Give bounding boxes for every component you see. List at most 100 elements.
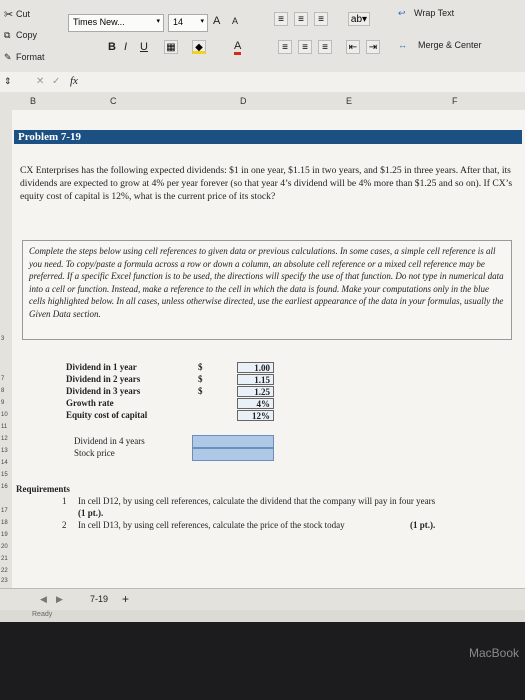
requirement-text: In cell D12, by using cell references, c… bbox=[78, 496, 436, 506]
italic-button[interactable]: I bbox=[124, 41, 127, 53]
row-header[interactable]: 21 bbox=[1, 556, 8, 562]
underline-button[interactable]: U bbox=[140, 41, 148, 53]
align-bottom-button[interactable]: ≡ bbox=[314, 12, 328, 26]
chevron-down-icon: ▾ bbox=[156, 18, 160, 25]
font-name-select[interactable]: Times New... ▾ bbox=[68, 14, 164, 32]
given-value-cell[interactable]: 1.00 bbox=[237, 362, 274, 373]
font-size-select[interactable]: 14 ▾ bbox=[168, 14, 208, 32]
scroll-right-icon[interactable]: ▶ bbox=[56, 594, 63, 605]
row-header[interactable]: 22 bbox=[1, 568, 8, 574]
requirement-number: 2 bbox=[62, 520, 67, 530]
wrap-text-icon: ↩ bbox=[398, 8, 406, 18]
function-icon[interactable]: fx bbox=[70, 75, 78, 87]
currency-symbol: $ bbox=[198, 386, 203, 396]
copy-button[interactable]: Copy bbox=[16, 30, 37, 40]
align-right-button[interactable]: ≡ bbox=[318, 40, 332, 54]
row-header[interactable]: 8 bbox=[1, 388, 4, 394]
enter-icon[interactable]: ✓ bbox=[52, 76, 60, 87]
fill-color-button[interactable]: ◆ bbox=[192, 40, 206, 54]
requirements-header: Requirements bbox=[16, 484, 70, 494]
align-center-button[interactable]: ≡ bbox=[298, 40, 312, 54]
currency-symbol: $ bbox=[198, 362, 203, 372]
cancel-icon[interactable]: ✕ bbox=[36, 76, 44, 87]
formula-input[interactable] bbox=[92, 76, 512, 88]
output-label: Dividend in 4 years bbox=[74, 436, 145, 446]
row-header[interactable]: 10 bbox=[1, 412, 8, 418]
decrease-indent-button[interactable]: ⇤ bbox=[346, 40, 360, 54]
font-size-value: 14 bbox=[173, 17, 184, 27]
laptop-bezel: MacBook bbox=[0, 622, 525, 700]
format-painter-icon[interactable]: ✎ bbox=[4, 52, 12, 63]
column-header-e[interactable]: E bbox=[346, 96, 352, 106]
requirement-points: (1 pt.). bbox=[78, 508, 104, 518]
row-header[interactable]: 16 bbox=[1, 484, 8, 490]
status-bar: Ready bbox=[0, 610, 525, 622]
row-header[interactable]: 9 bbox=[1, 400, 4, 406]
wrap-text-button[interactable]: Wrap Text bbox=[414, 8, 454, 18]
currency-symbol: $ bbox=[198, 374, 203, 384]
font-color-button[interactable]: A bbox=[234, 40, 242, 55]
scroll-left-icon[interactable]: ◀ bbox=[40, 594, 47, 605]
stock-price-input-cell[interactable] bbox=[192, 448, 274, 461]
row-header[interactable]: 17 bbox=[1, 508, 8, 514]
column-header-f[interactable]: F bbox=[452, 96, 458, 106]
add-sheet-button[interactable]: + bbox=[122, 592, 129, 606]
column-header-d[interactable]: D bbox=[240, 96, 247, 106]
row-header[interactable]: 13 bbox=[1, 448, 8, 454]
row-header[interactable]: 20 bbox=[1, 544, 8, 550]
name-box-chevron-icon[interactable]: ⇕ bbox=[4, 76, 12, 87]
given-value-cell[interactable]: 4% bbox=[237, 398, 274, 409]
row-header[interactable]: 3 bbox=[1, 336, 4, 342]
column-headers: B C D E F bbox=[0, 92, 525, 111]
format-painter-button[interactable]: Format bbox=[16, 52, 45, 62]
status-text: Ready bbox=[32, 611, 53, 618]
row-header[interactable]: 15 bbox=[1, 472, 8, 478]
row-header[interactable]: 18 bbox=[1, 520, 8, 526]
bold-button[interactable]: B bbox=[108, 41, 116, 53]
row-header[interactable]: 19 bbox=[1, 532, 8, 538]
given-label: Growth rate bbox=[66, 398, 114, 408]
given-label: Dividend in 3 years bbox=[66, 386, 141, 396]
row-header[interactable]: 12 bbox=[1, 436, 8, 442]
cut-button[interactable]: Cut bbox=[16, 9, 30, 19]
formula-bar: ⇕ ✕ ✓ fx bbox=[0, 72, 525, 93]
given-value-cell[interactable]: 1.25 bbox=[237, 386, 274, 397]
problem-title: Problem 7-19 bbox=[14, 130, 522, 144]
align-left-button[interactable]: ≡ bbox=[278, 40, 292, 54]
borders-button[interactable]: ▦ bbox=[164, 40, 178, 54]
given-label: Equity cost of capital bbox=[66, 410, 148, 420]
requirement-text: In cell D13, by using cell references, c… bbox=[78, 520, 345, 530]
row-header[interactable]: 7 bbox=[1, 376, 4, 382]
given-label: Dividend in 1 year bbox=[66, 362, 137, 372]
merge-center-icon: ↔ bbox=[398, 40, 407, 50]
given-value-cell[interactable]: 12% bbox=[237, 410, 274, 421]
requirement-points: (1 pt.). bbox=[410, 520, 436, 530]
decrease-font-button[interactable]: A bbox=[232, 16, 238, 26]
row-header[interactable]: 11 bbox=[1, 424, 7, 430]
instructions-box: Complete the steps below using cell refe… bbox=[22, 240, 512, 340]
orientation-button[interactable]: ab▾ bbox=[348, 12, 370, 26]
sheet-tab-7-19[interactable]: 7-19 bbox=[90, 594, 108, 604]
worksheet[interactable]: Problem 7-19 CX Enterprises has the foll… bbox=[12, 110, 525, 588]
sheet-tab-bar: ◀ ▶ 7-19 + bbox=[0, 588, 525, 611]
align-middle-button[interactable]: ≡ bbox=[294, 12, 308, 26]
column-header-b[interactable]: B bbox=[30, 96, 36, 106]
increase-indent-button[interactable]: ⇥ bbox=[366, 40, 380, 54]
column-header-c[interactable]: C bbox=[110, 96, 117, 106]
ribbon: ✂ Cut ⧉ Copy ✎ Format Times New... ▾ 14 … bbox=[0, 0, 525, 73]
font-name-value: Times New... bbox=[73, 17, 125, 27]
copy-icon[interactable]: ⧉ bbox=[4, 30, 10, 41]
merge-center-button[interactable]: Merge & Center bbox=[418, 40, 482, 50]
laptop-brand-label: MacBook bbox=[468, 646, 519, 660]
chevron-down-icon: ▾ bbox=[200, 18, 204, 25]
problem-statement: CX Enterprises has the following expecte… bbox=[20, 165, 513, 202]
given-value-cell[interactable]: 1.15 bbox=[237, 374, 274, 385]
row-header[interactable]: 14 bbox=[1, 460, 8, 466]
requirement-number: 1 bbox=[62, 496, 67, 506]
output-label: Stock price bbox=[74, 448, 115, 458]
dividend-year4-input-cell[interactable] bbox=[192, 435, 274, 448]
row-header[interactable]: 23 bbox=[1, 578, 8, 584]
increase-font-button[interactable]: A bbox=[213, 15, 220, 27]
cut-icon[interactable]: ✂ bbox=[4, 8, 13, 21]
align-top-button[interactable]: ≡ bbox=[274, 12, 288, 26]
